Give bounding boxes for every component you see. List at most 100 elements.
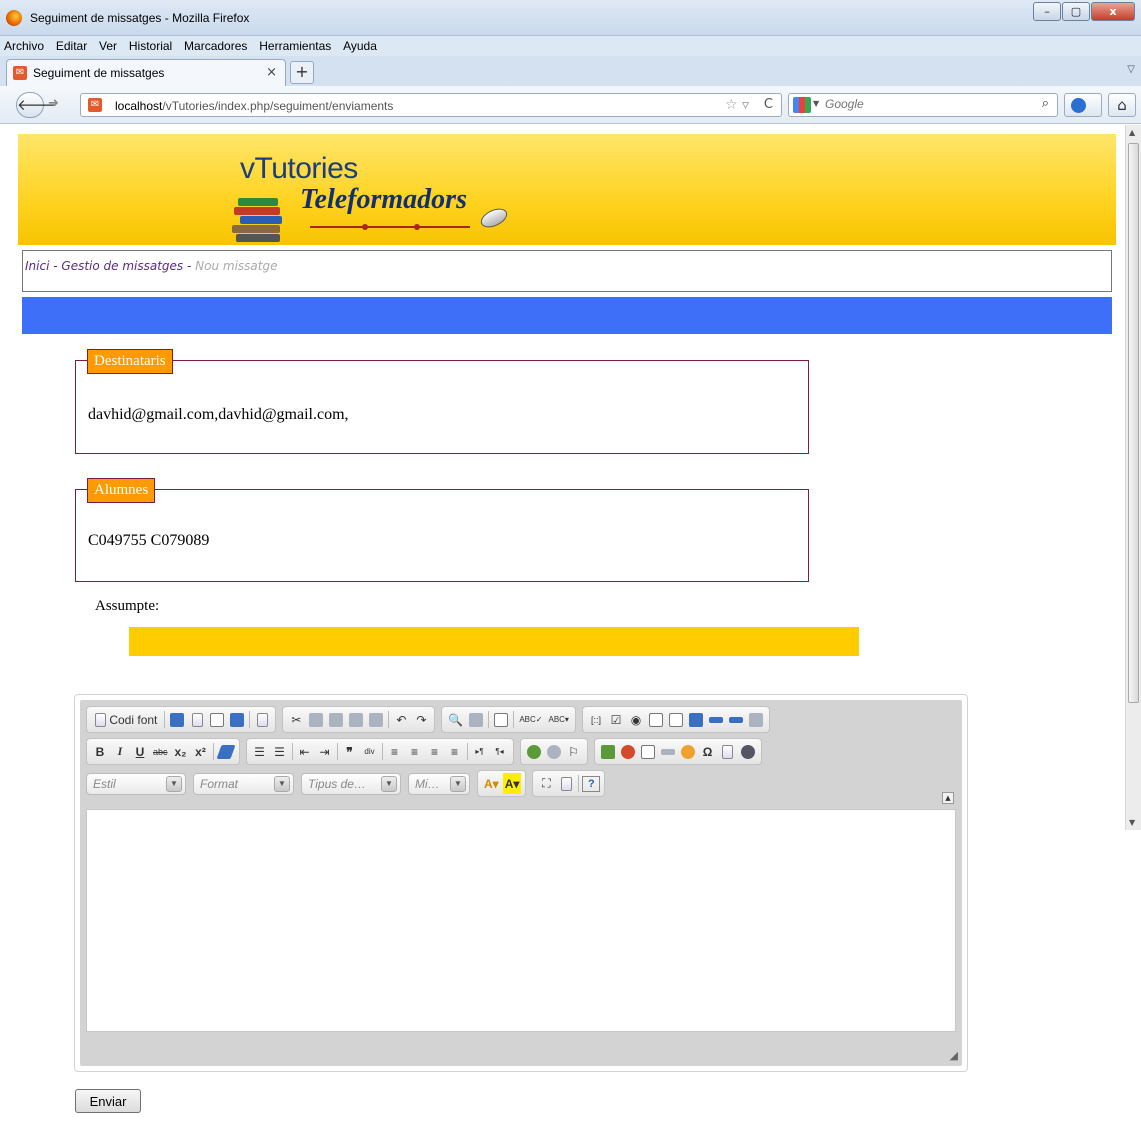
google-engine-icon[interactable]: [793, 97, 811, 113]
page-break-icon[interactable]: [719, 741, 737, 762]
scroll-down-icon[interactable]: ▼: [1129, 818, 1135, 827]
menu-historial[interactable]: Historial: [125, 36, 176, 53]
source-button[interactable]: Codi font: [91, 709, 161, 730]
replace-icon[interactable]: [467, 709, 485, 730]
table-icon[interactable]: [639, 741, 657, 762]
collapse-toolbar-icon[interactable]: ▲: [942, 792, 954, 804]
menu-ayuda[interactable]: Ayuda: [339, 36, 381, 53]
align-justify-icon[interactable]: ≡: [446, 741, 464, 762]
checkbox-icon[interactable]: ☑: [607, 709, 625, 730]
home-button[interactable]: ⌂: [1108, 93, 1136, 117]
chevron-down-icon[interactable]: ▼: [274, 775, 290, 792]
scayt-icon[interactable]: ABC▾: [546, 709, 570, 730]
hidden-field-icon[interactable]: [747, 709, 765, 730]
radio-icon[interactable]: ◉: [627, 709, 645, 730]
remove-format-icon[interactable]: [215, 741, 236, 762]
tab-seguiment[interactable]: ✉ Seguiment de missatges ×: [6, 59, 286, 86]
menu-editar[interactable]: Editar: [52, 36, 91, 53]
rtl-icon[interactable]: ¶◂: [491, 741, 509, 762]
close-button[interactable]: x: [1091, 2, 1135, 21]
div-container-icon[interactable]: div: [361, 741, 379, 762]
templates-icon[interactable]: [253, 709, 271, 730]
url-text[interactable]: localhost/vTutories/index.php/seguiment/…: [115, 99, 393, 113]
textfield-icon[interactable]: [647, 709, 665, 730]
align-center-icon[interactable]: ≡: [406, 741, 424, 762]
back-button[interactable]: 🡐: [16, 92, 57, 118]
format-combo[interactable]: Format ▼: [193, 772, 294, 795]
strike-icon[interactable]: abc: [151, 741, 170, 762]
unlink-icon[interactable]: [545, 741, 563, 762]
textarea-icon[interactable]: [667, 709, 685, 730]
paste-text-icon[interactable]: [347, 709, 365, 730]
breadcrumb-home-link[interactable]: Inici: [25, 259, 49, 273]
new-tab-button[interactable]: +: [290, 61, 314, 84]
ltr-icon[interactable]: ▸¶: [471, 741, 489, 762]
font-combo[interactable]: Tipus de… ▼: [301, 772, 401, 795]
breadcrumb-manage-link[interactable]: Gestio de missatges: [61, 259, 183, 273]
menu-herramientas[interactable]: Herramientas: [255, 36, 335, 53]
forward-icon[interactable]: ➜: [48, 96, 59, 111]
underline-icon[interactable]: U: [131, 741, 149, 762]
blockquote-icon[interactable]: ❞: [341, 741, 359, 762]
select-field-icon[interactable]: [687, 709, 705, 730]
url-bar[interactable]: ✉ localhost/vTutories/index.php/seguimen…: [80, 93, 782, 117]
menu-ver[interactable]: Ver: [95, 36, 121, 53]
flash-icon[interactable]: [619, 741, 637, 762]
scrollbar-thumb[interactable]: [1128, 143, 1139, 703]
select-all-icon[interactable]: [492, 709, 510, 730]
align-right-icon[interactable]: ≡: [426, 741, 444, 762]
vertical-scrollbar[interactable]: ▲ ▼: [1125, 125, 1141, 830]
bg-color-icon[interactable]: A▾: [502, 773, 522, 794]
tab-close-icon[interactable]: ×: [266, 65, 277, 80]
search-icon[interactable]: ⌕: [1042, 96, 1049, 111]
image-button-icon[interactable]: [727, 709, 745, 730]
superscript-icon[interactable]: x²: [192, 741, 210, 762]
link-icon[interactable]: [525, 741, 543, 762]
chevron-down-icon[interactable]: ▼: [450, 775, 466, 792]
iframe-icon[interactable]: [739, 741, 757, 762]
italic-icon[interactable]: I: [111, 741, 129, 762]
subscript-icon[interactable]: x₂: [172, 741, 190, 762]
find-icon[interactable]: 🔍: [446, 709, 465, 730]
paste-word-icon[interactable]: [367, 709, 385, 730]
subject-input[interactable]: [129, 627, 859, 656]
bulleted-list-icon[interactable]: ☰: [271, 741, 289, 762]
minimize-button[interactable]: –: [1033, 2, 1061, 21]
show-blocks-icon[interactable]: [557, 773, 575, 794]
menu-archivo[interactable]: Archivo: [0, 36, 48, 53]
indent-icon[interactable]: ⇥: [316, 741, 334, 762]
bookmark-star-icon[interactable]: ☆ ▿: [725, 97, 749, 113]
horizontal-rule-icon[interactable]: [659, 741, 677, 762]
anchor-flag-icon[interactable]: ⚐: [565, 741, 583, 762]
cut-icon[interactable]: ✂: [287, 709, 305, 730]
new-page-icon[interactable]: [188, 709, 206, 730]
search-input[interactable]: [825, 97, 1015, 111]
outdent-icon[interactable]: ⇤: [296, 741, 314, 762]
redo-icon[interactable]: ↷: [412, 709, 430, 730]
scroll-up-icon[interactable]: ▲: [1129, 128, 1135, 137]
chevron-down-icon[interactable]: ▼: [813, 99, 819, 108]
image-icon[interactable]: [599, 741, 617, 762]
spellcheck-icon[interactable]: ABC✓: [517, 709, 544, 730]
paste-icon[interactable]: [327, 709, 345, 730]
bold-icon[interactable]: B: [91, 741, 109, 762]
addon-button[interactable]: [1064, 93, 1102, 117]
print-icon[interactable]: [228, 709, 246, 730]
search-bar[interactable]: ▼ ⌕: [788, 93, 1058, 117]
numbered-list-icon[interactable]: ☰: [251, 741, 269, 762]
form-icon[interactable]: [::]: [587, 709, 605, 730]
style-combo[interactable]: Estil ▼: [86, 772, 186, 795]
editor-content-area[interactable]: [86, 809, 956, 1032]
maximize-icon[interactable]: ⛶: [537, 773, 555, 794]
align-left-icon[interactable]: ≡: [386, 741, 404, 762]
copy-icon[interactable]: [307, 709, 325, 730]
save-icon[interactable]: [168, 709, 186, 730]
preview-icon[interactable]: [208, 709, 226, 730]
list-all-tabs-icon[interactable]: ▽: [1127, 64, 1135, 75]
chevron-down-icon[interactable]: ▼: [166, 775, 182, 792]
resize-handle-icon[interactable]: ◢: [950, 1049, 958, 1062]
reload-icon[interactable]: C: [764, 97, 773, 112]
maximize-button[interactable]: ▢: [1062, 2, 1090, 21]
special-char-icon[interactable]: Ω: [699, 741, 717, 762]
smiley-icon[interactable]: [679, 741, 697, 762]
